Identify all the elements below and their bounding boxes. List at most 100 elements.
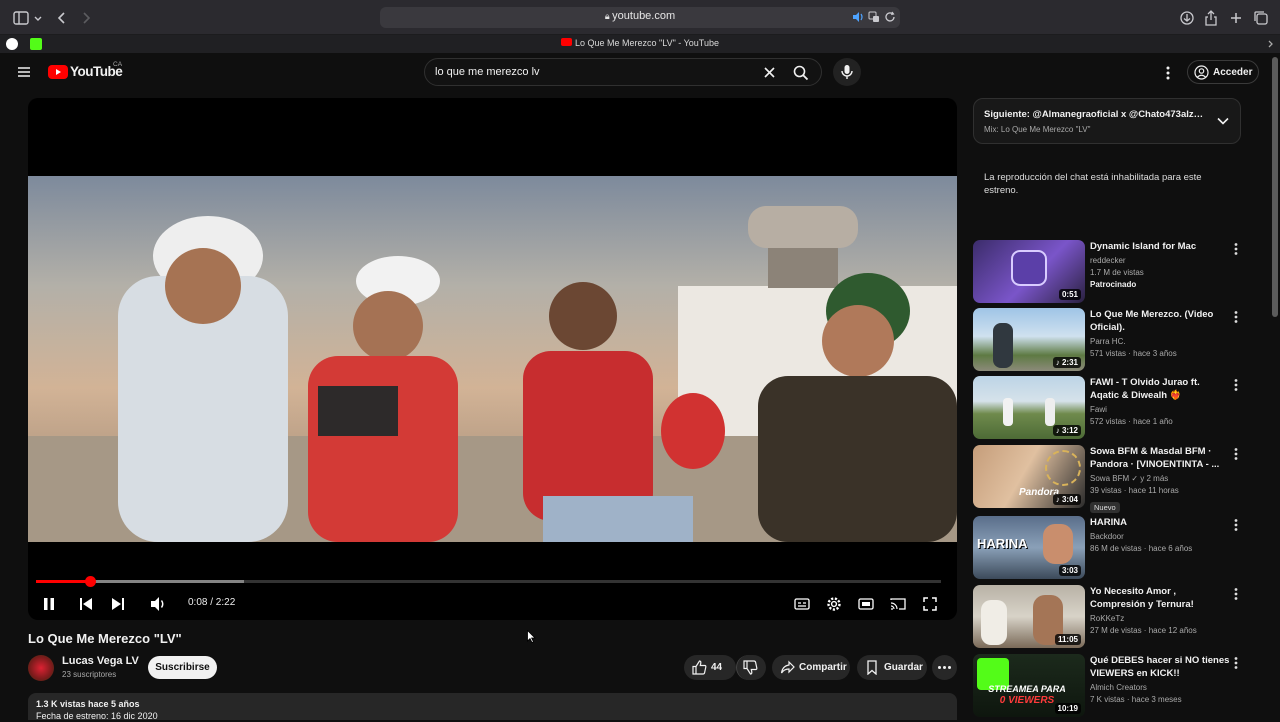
more-options-icon[interactable] [1232, 447, 1240, 461]
recommendation-item[interactable]: STREAMEA PARA 0 VIEWERS 10:19 Qué DEBES … [973, 654, 1253, 717]
scrubber-handle[interactable] [85, 576, 97, 587]
tab-active[interactable]: Lo Que Me Merezco "LV" - YouTube [0, 38, 1280, 48]
mouse-cursor-icon [527, 630, 536, 643]
chevron-down-icon[interactable] [32, 9, 44, 27]
person-figure [1003, 398, 1013, 426]
save-label: Guardar [884, 662, 923, 673]
more-horizontal-icon [937, 660, 952, 675]
channel-name[interactable]: Lucas Vega LV [62, 655, 139, 667]
chevron-right-icon[interactable] [1266, 38, 1276, 50]
up-next-box[interactable]: Siguiente: @Almanegraoficial x @Chato473… [973, 98, 1241, 144]
more-options-icon[interactable] [1232, 310, 1240, 324]
recommendation-item[interactable]: ♪ 3:12 FAWI - T Olvido Jurao ft. Aqatic … [973, 376, 1253, 439]
video-frame[interactable] [28, 176, 957, 542]
video-title[interactable]: Yo Necesito Amor , Compresión y Ternura! [1090, 585, 1230, 611]
audio-icon[interactable] [852, 11, 864, 23]
volume-icon[interactable] [149, 595, 167, 613]
chevron-down-icon[interactable] [1216, 114, 1230, 128]
forward-icon[interactable] [77, 9, 95, 27]
search-input[interactable]: lo que me merezco lv [424, 58, 822, 86]
more-options-icon[interactable] [1232, 656, 1240, 670]
youtube-header: YouTube CA lo que me merezco lv Acceder [0, 53, 1280, 93]
person-figure [981, 600, 1007, 645]
recommendation-item[interactable]: ♪ 2:31 Lo Que Me Merezco. (Video Oficial… [973, 308, 1253, 371]
sidebar-toggle-icon[interactable] [12, 9, 30, 27]
back-icon[interactable] [53, 9, 71, 27]
video-title[interactable]: Qué DEBES hacer si NO tienes VIEWERS en … [1090, 654, 1230, 680]
like-button[interactable]: 44 [684, 655, 736, 680]
video-duration: 11:05 [1054, 634, 1081, 645]
dislike-button[interactable] [736, 655, 766, 680]
video-title[interactable]: FAWI - T Olvido Jurao ft. Aqatic & Diwea… [1090, 376, 1230, 402]
translate-icon[interactable] [868, 11, 880, 23]
recommendation-item[interactable]: 11:05 Yo Necesito Amor , Compresión y Te… [973, 585, 1253, 648]
clear-icon[interactable] [763, 66, 776, 79]
youtube-logo[interactable]: YouTube CA [48, 61, 138, 83]
share-icon[interactable] [1202, 9, 1220, 27]
reload-icon[interactable] [884, 11, 896, 23]
channel-name[interactable]: Sowa BFM ✓ y 2 más [1090, 473, 1230, 485]
channel-name[interactable]: Fawi [1090, 404, 1230, 416]
page-scrollbar[interactable] [1272, 57, 1278, 317]
played-fill [36, 580, 91, 583]
subscribe-button[interactable]: Suscribirse [148, 656, 217, 679]
next-icon[interactable] [111, 595, 125, 613]
channel-avatar[interactable] [28, 655, 54, 681]
video-thumbnail[interactable]: Pandora ♪ 3:04 [973, 445, 1085, 508]
video-meta: 571 vistas · hace 3 años [1090, 349, 1177, 358]
description-box[interactable]: 1.3 K vistas hace 5 años Fecha de estren… [28, 693, 957, 721]
video-scene-image [28, 206, 957, 542]
cast-icon[interactable] [890, 595, 906, 613]
video-title[interactable]: Lo Que Me Merezco. (Video Oficial). [1090, 308, 1230, 334]
progress-bar[interactable] [36, 576, 941, 587]
video-duration: ♪ 3:12 [1052, 425, 1081, 436]
fullscreen-icon[interactable] [922, 595, 938, 613]
sign-in-button[interactable]: Acceder [1187, 60, 1259, 84]
channel-name[interactable]: Backdoor [1090, 531, 1230, 543]
channel-name[interactable]: Almich Creators [1090, 682, 1230, 694]
previous-icon[interactable] [79, 595, 93, 613]
share-arrow-icon [780, 660, 795, 675]
channel-name[interactable]: Parra HC. [1090, 336, 1230, 348]
save-button[interactable]: Guardar [857, 655, 927, 680]
new-tab-icon[interactable] [1227, 9, 1245, 27]
video-thumbnail[interactable]: 0:51 [973, 240, 1085, 303]
channel-name[interactable]: reddecker [1090, 255, 1230, 267]
sign-in-label: Acceder [1213, 67, 1253, 78]
more-options-icon[interactable] [1232, 587, 1240, 601]
voice-search-button[interactable] [833, 58, 861, 86]
address-bar[interactable]: 🔒︎ youtube.com [380, 7, 900, 28]
video-title[interactable]: Dynamic Island for Mac [1090, 240, 1230, 253]
more-options-icon[interactable] [1232, 518, 1240, 532]
share-button[interactable]: Compartir [772, 655, 850, 680]
channel-name[interactable]: RoKKeTz [1090, 613, 1230, 625]
pause-icon[interactable] [42, 595, 56, 613]
tab-overview-icon[interactable] [1252, 9, 1270, 27]
recommendation-item[interactable]: 0:51 Dynamic Island for Mac reddecker 1.… [973, 240, 1253, 303]
video-thumbnail[interactable]: 11:05 [973, 585, 1085, 648]
recommendation-item[interactable]: Pandora ♪ 3:04 Sowa BFM & Masdal BFM · P… [973, 445, 1253, 513]
search-icon[interactable] [793, 65, 809, 81]
video-player[interactable]: 0:08 / 2:22 [28, 98, 957, 620]
video-thumbnail[interactable]: STREAMEA PARA 0 VIEWERS 10:19 [973, 654, 1085, 717]
video-title[interactable]: HARINA [1090, 516, 1230, 529]
video-thumbnail[interactable]: ♪ 2:31 [973, 308, 1085, 371]
video-title: Lo Que Me Merezco "LV" [28, 631, 182, 646]
more-actions-button[interactable] [932, 655, 957, 680]
more-options-icon[interactable] [1164, 65, 1172, 81]
more-options-icon[interactable] [1232, 242, 1240, 256]
more-options-icon[interactable] [1232, 378, 1240, 392]
microphone-icon [841, 64, 853, 80]
settings-gear-icon[interactable] [826, 595, 842, 613]
video-thumbnail[interactable]: HARINA 3:03 [973, 516, 1085, 579]
recommendation-item[interactable]: HARINA 3:03 HARINA Backdoor 86 M de vist… [973, 516, 1253, 579]
thumbs-up-icon [692, 660, 707, 675]
subtitles-icon[interactable] [794, 595, 810, 613]
video-title[interactable]: Sowa BFM & Masdal BFM · Pandora · [VINOE… [1090, 445, 1230, 471]
menu-icon[interactable] [17, 65, 31, 79]
theater-mode-icon[interactable] [858, 595, 874, 613]
share-label: Compartir [799, 662, 847, 673]
video-thumbnail[interactable]: ♪ 3:12 [973, 376, 1085, 439]
download-icon[interactable] [1178, 9, 1196, 27]
thumbs-down-icon [743, 660, 758, 675]
